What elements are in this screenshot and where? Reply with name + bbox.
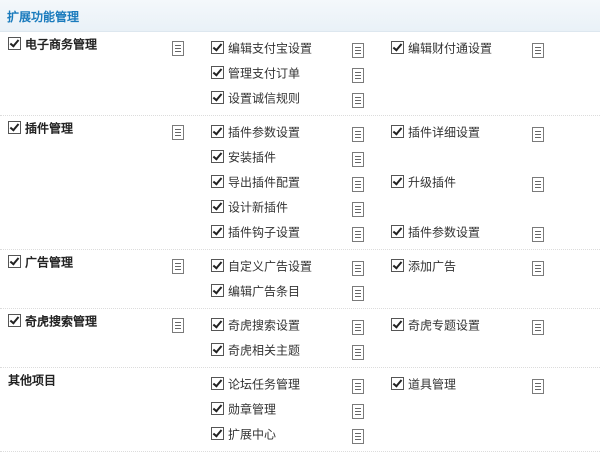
- document-list-icon[interactable]: [352, 43, 364, 58]
- checkbox-checked-icon[interactable]: [211, 225, 224, 238]
- checkbox-checked-icon[interactable]: [211, 427, 224, 440]
- checkbox-checked-icon[interactable]: [211, 284, 224, 297]
- checkbox-checked-icon[interactable]: [211, 66, 224, 79]
- perm-item[interactable]: 编辑支付宝设置: [211, 40, 312, 56]
- category-plugins[interactable]: 插件管理: [8, 120, 73, 136]
- perm-item[interactable]: 管理支付订单: [211, 65, 300, 81]
- document-list-icon[interactable]: [352, 127, 364, 142]
- document-list-icon[interactable]: [352, 286, 364, 301]
- document-list-icon[interactable]: [532, 261, 544, 276]
- document-list-icon[interactable]: [532, 227, 544, 242]
- perm-item[interactable]: 插件钩子设置: [211, 224, 300, 240]
- document-list-icon[interactable]: [172, 41, 184, 56]
- perm-item[interactable]: 设置诚信规则: [211, 90, 300, 106]
- checkbox-checked-icon[interactable]: [391, 259, 404, 272]
- perm-item[interactable]: 论坛任务管理: [211, 376, 300, 392]
- document-list-icon[interactable]: [352, 202, 364, 217]
- document-list-icon[interactable]: [352, 152, 364, 167]
- perm-item[interactable]: 导出插件配置: [211, 174, 300, 190]
- category-other: 其他项目: [8, 373, 57, 388]
- checkbox-checked-icon[interactable]: [211, 175, 224, 188]
- checkbox-checked-icon[interactable]: [211, 259, 224, 272]
- section-header: 扩展功能管理: [0, 0, 600, 32]
- checkbox-checked-icon[interactable]: [8, 255, 21, 268]
- checkbox-checked-icon[interactable]: [8, 121, 21, 134]
- checkbox-checked-icon[interactable]: [211, 377, 224, 390]
- divider: [0, 249, 600, 250]
- divider: [0, 308, 600, 309]
- divider: [0, 115, 600, 116]
- category-qihoo-search[interactable]: 奇虎搜索管理: [8, 313, 97, 329]
- perm-item[interactable]: 奇虎专题设置: [391, 317, 480, 333]
- checkbox-checked-icon[interactable]: [211, 150, 224, 163]
- checkbox-checked-icon[interactable]: [211, 41, 224, 54]
- checkbox-checked-icon[interactable]: [211, 402, 224, 415]
- checkbox-checked-icon[interactable]: [391, 41, 404, 54]
- divider: [0, 367, 600, 368]
- perm-item[interactable]: 编辑财付通设置: [391, 40, 492, 56]
- checkbox-checked-icon[interactable]: [8, 37, 21, 50]
- checkbox-checked-icon[interactable]: [391, 175, 404, 188]
- checkbox-checked-icon[interactable]: [8, 314, 21, 327]
- document-list-icon[interactable]: [352, 93, 364, 108]
- document-list-icon[interactable]: [352, 261, 364, 276]
- checkbox-checked-icon[interactable]: [391, 318, 404, 331]
- document-list-icon[interactable]: [352, 345, 364, 360]
- perm-item[interactable]: 道具管理: [391, 376, 456, 392]
- perm-item[interactable]: 勋章管理: [211, 401, 276, 417]
- document-list-icon[interactable]: [532, 43, 544, 58]
- category-ads[interactable]: 广告管理: [8, 254, 73, 270]
- checkbox-checked-icon[interactable]: [211, 125, 224, 138]
- perm-item[interactable]: 奇虎相关主题: [211, 342, 300, 358]
- perm-item[interactable]: 设计新插件: [211, 199, 288, 215]
- checkbox-checked-icon[interactable]: [391, 225, 404, 238]
- perm-item[interactable]: 插件参数设置: [211, 124, 300, 140]
- document-list-icon[interactable]: [352, 429, 364, 444]
- document-list-icon[interactable]: [352, 379, 364, 394]
- perm-item[interactable]: 插件参数设置: [391, 224, 480, 240]
- perm-item[interactable]: 添加广告: [391, 258, 456, 274]
- perm-item[interactable]: 自定义广告设置: [211, 258, 312, 274]
- checkbox-checked-icon[interactable]: [391, 125, 404, 138]
- document-list-icon[interactable]: [532, 379, 544, 394]
- perm-item[interactable]: 奇虎搜索设置: [211, 317, 300, 333]
- perm-item[interactable]: 升级插件: [391, 174, 456, 190]
- document-list-icon[interactable]: [352, 320, 364, 335]
- checkbox-checked-icon[interactable]: [211, 200, 224, 213]
- document-list-icon[interactable]: [352, 227, 364, 242]
- document-list-icon[interactable]: [532, 177, 544, 192]
- document-list-icon[interactable]: [172, 125, 184, 140]
- category-ecommerce[interactable]: 电子商务管理: [8, 36, 97, 52]
- checkbox-checked-icon[interactable]: [391, 377, 404, 390]
- checkbox-checked-icon[interactable]: [211, 343, 224, 356]
- perm-item[interactable]: 插件详细设置: [391, 124, 480, 140]
- perm-item[interactable]: 编辑广告条目: [211, 283, 300, 299]
- document-list-icon[interactable]: [172, 259, 184, 274]
- perm-item[interactable]: 安装插件: [211, 149, 276, 165]
- page-title: 扩展功能管理: [7, 10, 80, 24]
- document-list-icon[interactable]: [352, 177, 364, 192]
- document-list-icon[interactable]: [172, 318, 184, 333]
- document-list-icon[interactable]: [532, 320, 544, 335]
- document-list-icon[interactable]: [352, 404, 364, 419]
- document-list-icon[interactable]: [532, 127, 544, 142]
- perm-item[interactable]: 扩展中心: [211, 426, 276, 442]
- checkbox-checked-icon[interactable]: [211, 318, 224, 331]
- divider: [0, 451, 600, 452]
- document-list-icon[interactable]: [352, 68, 364, 83]
- checkbox-checked-icon[interactable]: [211, 91, 224, 104]
